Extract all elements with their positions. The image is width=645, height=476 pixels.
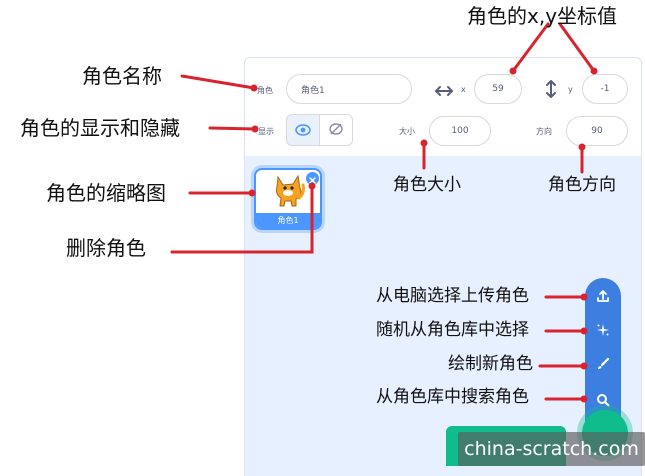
annotation-search: 从角色库中搜索角色	[376, 387, 529, 407]
annotation-xy: 角色的x,y坐标值	[467, 4, 618, 28]
sprite-name-value: 角色1	[301, 85, 325, 96]
delete-sprite-button[interactable]	[305, 171, 320, 186]
annotation-random: 随机从角色库中选择	[376, 320, 529, 340]
hide-button[interactable]	[319, 114, 353, 146]
x-value: 59	[492, 84, 504, 94]
vertical-arrow-icon	[545, 79, 557, 103]
direction-label: 方向	[536, 127, 552, 136]
y-value: -1	[600, 84, 610, 94]
watermark: china-scratch.com	[458, 432, 645, 466]
cat-sprite-image	[272, 173, 306, 215]
eye-icon	[295, 121, 311, 140]
random-sprite-button[interactable]	[585, 318, 621, 344]
direction-input[interactable]: 90	[566, 116, 628, 146]
upload-icon	[596, 288, 610, 307]
annotation-delete: 删除角色	[66, 236, 146, 260]
annotation-upload: 从电脑选择上传角色	[376, 286, 529, 306]
sparkle-icon	[596, 322, 610, 341]
brush-icon	[596, 356, 610, 375]
eye-slash-icon	[328, 121, 344, 140]
x-input[interactable]: 59	[474, 74, 522, 104]
y-label: y	[568, 85, 573, 94]
size-value: 100	[451, 126, 469, 136]
y-input[interactable]: -1	[582, 74, 628, 104]
sprite-name-input[interactable]: 角色1	[286, 74, 412, 104]
size-input[interactable]: 100	[429, 116, 491, 146]
show-button[interactable]	[286, 114, 320, 146]
sprite-thumbnail-label: 角色1	[256, 213, 320, 228]
close-icon	[309, 169, 316, 188]
x-label: x	[461, 85, 466, 94]
show-label: 显示	[258, 127, 274, 136]
annotation-thumbnail: 角色的缩略图	[46, 181, 166, 205]
annotation-name: 角色名称	[82, 64, 162, 88]
annotation-paint: 绘制新角色	[448, 354, 533, 374]
annotation-direction: 角色方向	[548, 175, 616, 195]
upload-sprite-button[interactable]	[585, 284, 621, 310]
sprite-name-label: 角色	[257, 86, 273, 95]
search-icon	[596, 392, 610, 411]
size-label: 大小	[399, 127, 415, 136]
direction-value: 90	[591, 126, 603, 136]
annotation-size: 角色大小	[393, 175, 461, 195]
paint-sprite-button[interactable]	[585, 352, 621, 378]
sprite-action-menu	[585, 278, 621, 423]
annotation-show-hide: 角色的显示和隐藏	[20, 116, 180, 140]
horizontal-arrow-icon	[434, 82, 454, 101]
